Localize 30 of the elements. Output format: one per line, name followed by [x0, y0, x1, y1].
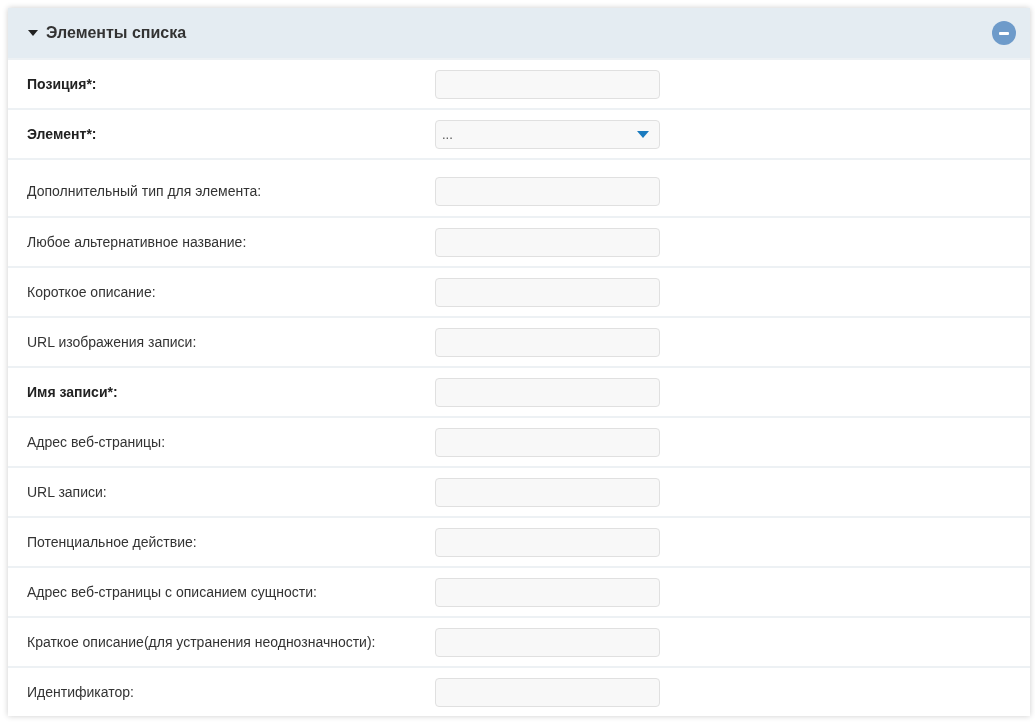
dropdown-caret-icon [637, 130, 649, 138]
collapse-icon[interactable] [992, 21, 1016, 45]
field-label: Потенциальное действие: [27, 534, 198, 550]
field-label: Идентификатор: [27, 684, 135, 700]
field-label: Краткое описание(для устранения неоднозначности): [27, 634, 377, 650]
field-label: Дополнительный тип для элемента: [27, 183, 263, 199]
select-field[interactable]: ... [435, 119, 660, 149]
input-field[interactable] [435, 577, 660, 607]
input-field[interactable] [435, 527, 660, 557]
field-label: URL изображения записи: [27, 334, 198, 350]
input-field[interactable] [435, 427, 660, 457]
input-field[interactable] [435, 327, 660, 357]
input-field[interactable] [435, 227, 660, 257]
input-field[interactable] [435, 477, 660, 507]
field-label: Адрес веб-страницы: [27, 434, 167, 450]
field-label: Позиция*: [27, 76, 98, 92]
input-field[interactable] [435, 677, 660, 707]
input-field[interactable] [435, 627, 660, 657]
panel-title: Элементы списка [46, 24, 188, 42]
input-field[interactable] [435, 377, 660, 407]
field-label: Имя записи*: [27, 384, 119, 400]
caret-icon[interactable] [28, 30, 38, 36]
field-label: URL записи: [27, 484, 108, 500]
input-field[interactable] [435, 277, 660, 307]
field-label: Адрес веб-страницы с описанием сущности: [27, 584, 318, 600]
input-field[interactable] [435, 69, 660, 99]
field-label: Элемент*: [27, 126, 98, 142]
input-field[interactable] [435, 176, 660, 206]
field-label: Короткое описание: [27, 284, 157, 300]
field-label: Любое альтернативное название: [27, 234, 248, 250]
